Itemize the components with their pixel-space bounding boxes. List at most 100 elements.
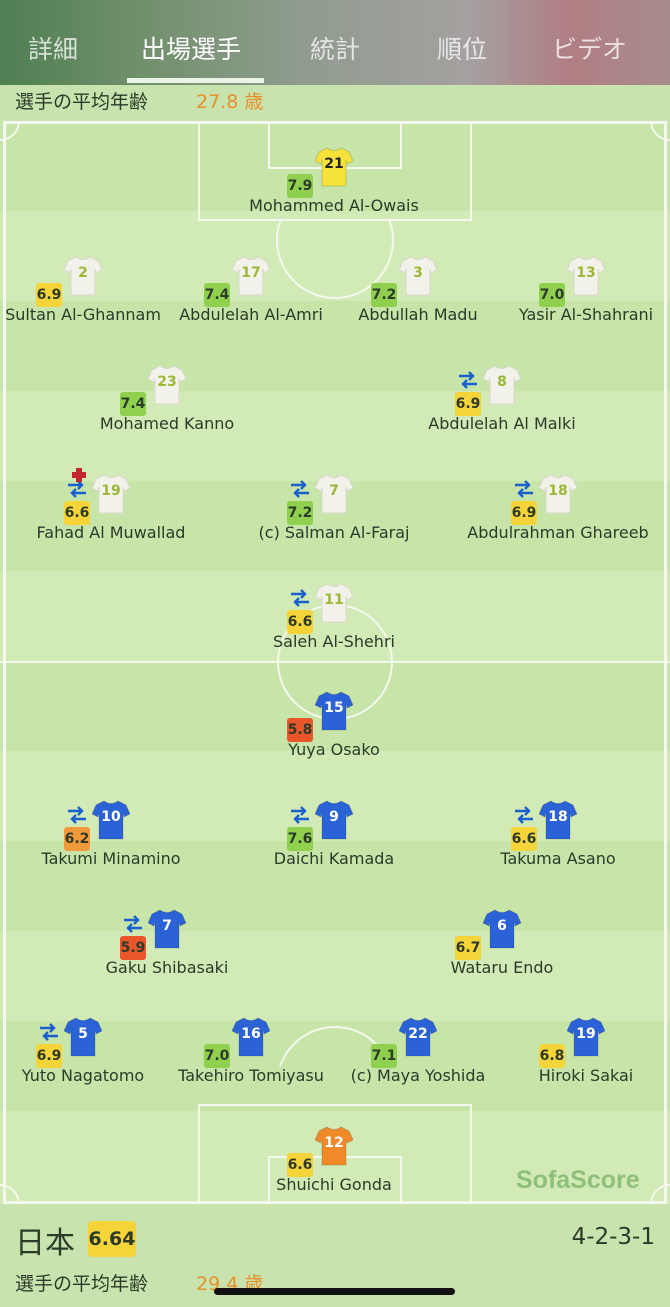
player[interactable]: 6 6.7 Wataru Endo (392, 879, 612, 979)
player[interactable]: 18 6.9 Abdulrahman Ghareeb (448, 444, 668, 544)
average-age-label: 選手の平均年齢 (15, 1273, 149, 1295)
jersey-icon: 7 (148, 909, 186, 949)
jersey-number: 11 (324, 592, 344, 608)
player-name: Yuya Osako (288, 740, 380, 759)
jersey-icon: 19 (567, 1017, 605, 1057)
jersey-number: 12 (324, 1135, 344, 1151)
jersey-icon: 11 (315, 583, 353, 623)
jersey-number: 17 (241, 265, 261, 281)
substitution-icon (513, 806, 535, 824)
player[interactable]: 21 7.9 Mohammed Al-Owais (224, 117, 444, 217)
player[interactable]: 23 7.4 Mohamed Kanno (57, 335, 277, 435)
tab-bar: 詳細 出場選手 統計 順位 ビデオ (0, 0, 670, 85)
injury-cross-icon (68, 466, 90, 486)
rating-badge: 5.8 (287, 718, 313, 742)
jersey-number: 10 (101, 809, 121, 825)
player[interactable]: 7 5.9 Gaku Shibasaki (57, 879, 277, 979)
rating-badge: 6.6 (287, 610, 313, 634)
jersey-number: 8 (497, 374, 507, 390)
rating-badge: 6.2 (64, 827, 90, 851)
jersey-icon: 19 (92, 474, 130, 514)
active-tab-indicator (127, 78, 264, 83)
player[interactable]: 13 7.0 Yasir Al-Shahrani (476, 226, 670, 326)
jersey-number: 7 (329, 483, 339, 499)
jersey-icon: 6 (483, 909, 521, 949)
player[interactable]: 19 6.8 Hiroki Sakai (476, 987, 670, 1087)
rating-badge: 7.6 (287, 827, 313, 851)
jersey-icon: 23 (148, 365, 186, 405)
jersey-icon: 2 (64, 256, 102, 296)
player-name: (c) Salman Al-Faraj (258, 523, 410, 542)
jersey-icon: 5 (64, 1017, 102, 1057)
tab-statistics[interactable]: 統計 (310, 30, 360, 66)
player-name: Wataru Endo (450, 958, 554, 977)
jersey-number: 22 (408, 1026, 428, 1042)
player[interactable]: 10 6.2 Takumi Minamino (1, 770, 221, 870)
substitution-icon (289, 806, 311, 824)
jersey-number: 16 (241, 1026, 261, 1042)
jersey-number: 19 (576, 1026, 596, 1042)
player-name: Daichi Kamada (273, 849, 395, 868)
rating-badge: 7.0 (539, 283, 565, 307)
rating-badge: 7.2 (287, 501, 313, 525)
player-name: Shuichi Gonda (276, 1175, 392, 1194)
rating-badge: 6.6 (64, 501, 90, 525)
player[interactable]: 8 6.9 Abdulelah Al Malki (392, 335, 612, 435)
player[interactable]: 19 6.6 Fahad Al Muwallad (1, 444, 221, 544)
sofascore-watermark: SofaScore (516, 1166, 640, 1194)
player[interactable]: 9 7.6 Daichi Kamada (224, 770, 444, 870)
jersey-number: 18 (548, 809, 568, 825)
rating-badge: 6.9 (36, 283, 62, 307)
substitution-icon (38, 1023, 60, 1041)
player-name: Fahad Al Muwallad (36, 523, 186, 542)
rating-badge: 7.1 (371, 1044, 397, 1068)
player[interactable]: 18 6.6 Takuma Asano (448, 770, 668, 870)
average-age-label: 選手の平均年齢 (15, 91, 149, 113)
jersey-icon: 9 (315, 800, 353, 840)
jersey-icon: 13 (567, 256, 605, 296)
rating-badge: 5.9 (120, 936, 146, 960)
jersey-number: 9 (329, 809, 339, 825)
jersey-number: 6 (497, 918, 507, 934)
player[interactable]: 7 7.2 (c) Salman Al-Faraj (224, 444, 444, 544)
rating-badge: 6.9 (36, 1044, 62, 1068)
average-age-value: 27.8 歳 (196, 91, 264, 113)
substitution-icon (289, 589, 311, 607)
tab-standings[interactable]: 順位 (437, 30, 487, 66)
player-name: Gaku Shibasaki (105, 958, 229, 977)
jersey-icon: 10 (92, 800, 130, 840)
tab-video[interactable]: ビデオ (552, 30, 627, 66)
player-name: Mohamed Kanno (99, 414, 235, 433)
player-name: Saleh Al-Shehri (273, 632, 395, 651)
player[interactable]: 11 6.6 Saleh Al-Shehri (224, 553, 444, 653)
home-indicator (214, 1288, 455, 1295)
tab-details[interactable]: 詳細 (28, 30, 78, 66)
player-name: Takumi Minamino (41, 849, 181, 868)
substitution-icon (457, 371, 479, 389)
substitution-icon (289, 480, 311, 498)
jersey-icon: 21 (315, 147, 353, 187)
team-rating-badge: 6.64 (88, 1221, 136, 1257)
player[interactable]: 15 5.8 Yuya Osako (224, 661, 444, 761)
jersey-number: 23 (157, 374, 177, 390)
player-name: Hiroki Sakai (538, 1066, 634, 1085)
substitution-icon (122, 915, 144, 933)
jersey-icon: 22 (399, 1017, 437, 1057)
substitution-icon (513, 480, 535, 498)
player[interactable]: 12 6.6 Shuichi Gonda (224, 1096, 444, 1196)
jersey-icon: 17 (232, 256, 270, 296)
jersey-icon: 15 (315, 691, 353, 731)
jersey-number: 18 (548, 483, 568, 499)
player-name: Mohammed Al-Owais (249, 196, 419, 215)
team-name: 日本 (15, 1226, 75, 1261)
jersey-icon: 16 (232, 1017, 270, 1057)
rating-badge: 7.9 (287, 174, 313, 198)
jersey-number: 13 (576, 265, 596, 281)
rating-badge: 6.9 (455, 392, 481, 416)
player-name: Abdulrahman Ghareeb (467, 523, 649, 542)
jersey-number: 3 (413, 265, 423, 281)
tab-lineups[interactable]: 出場選手 (141, 30, 241, 66)
rating-badge: 7.4 (204, 283, 230, 307)
rating-badge: 7.0 (204, 1044, 230, 1068)
jersey-icon: 8 (483, 365, 521, 405)
